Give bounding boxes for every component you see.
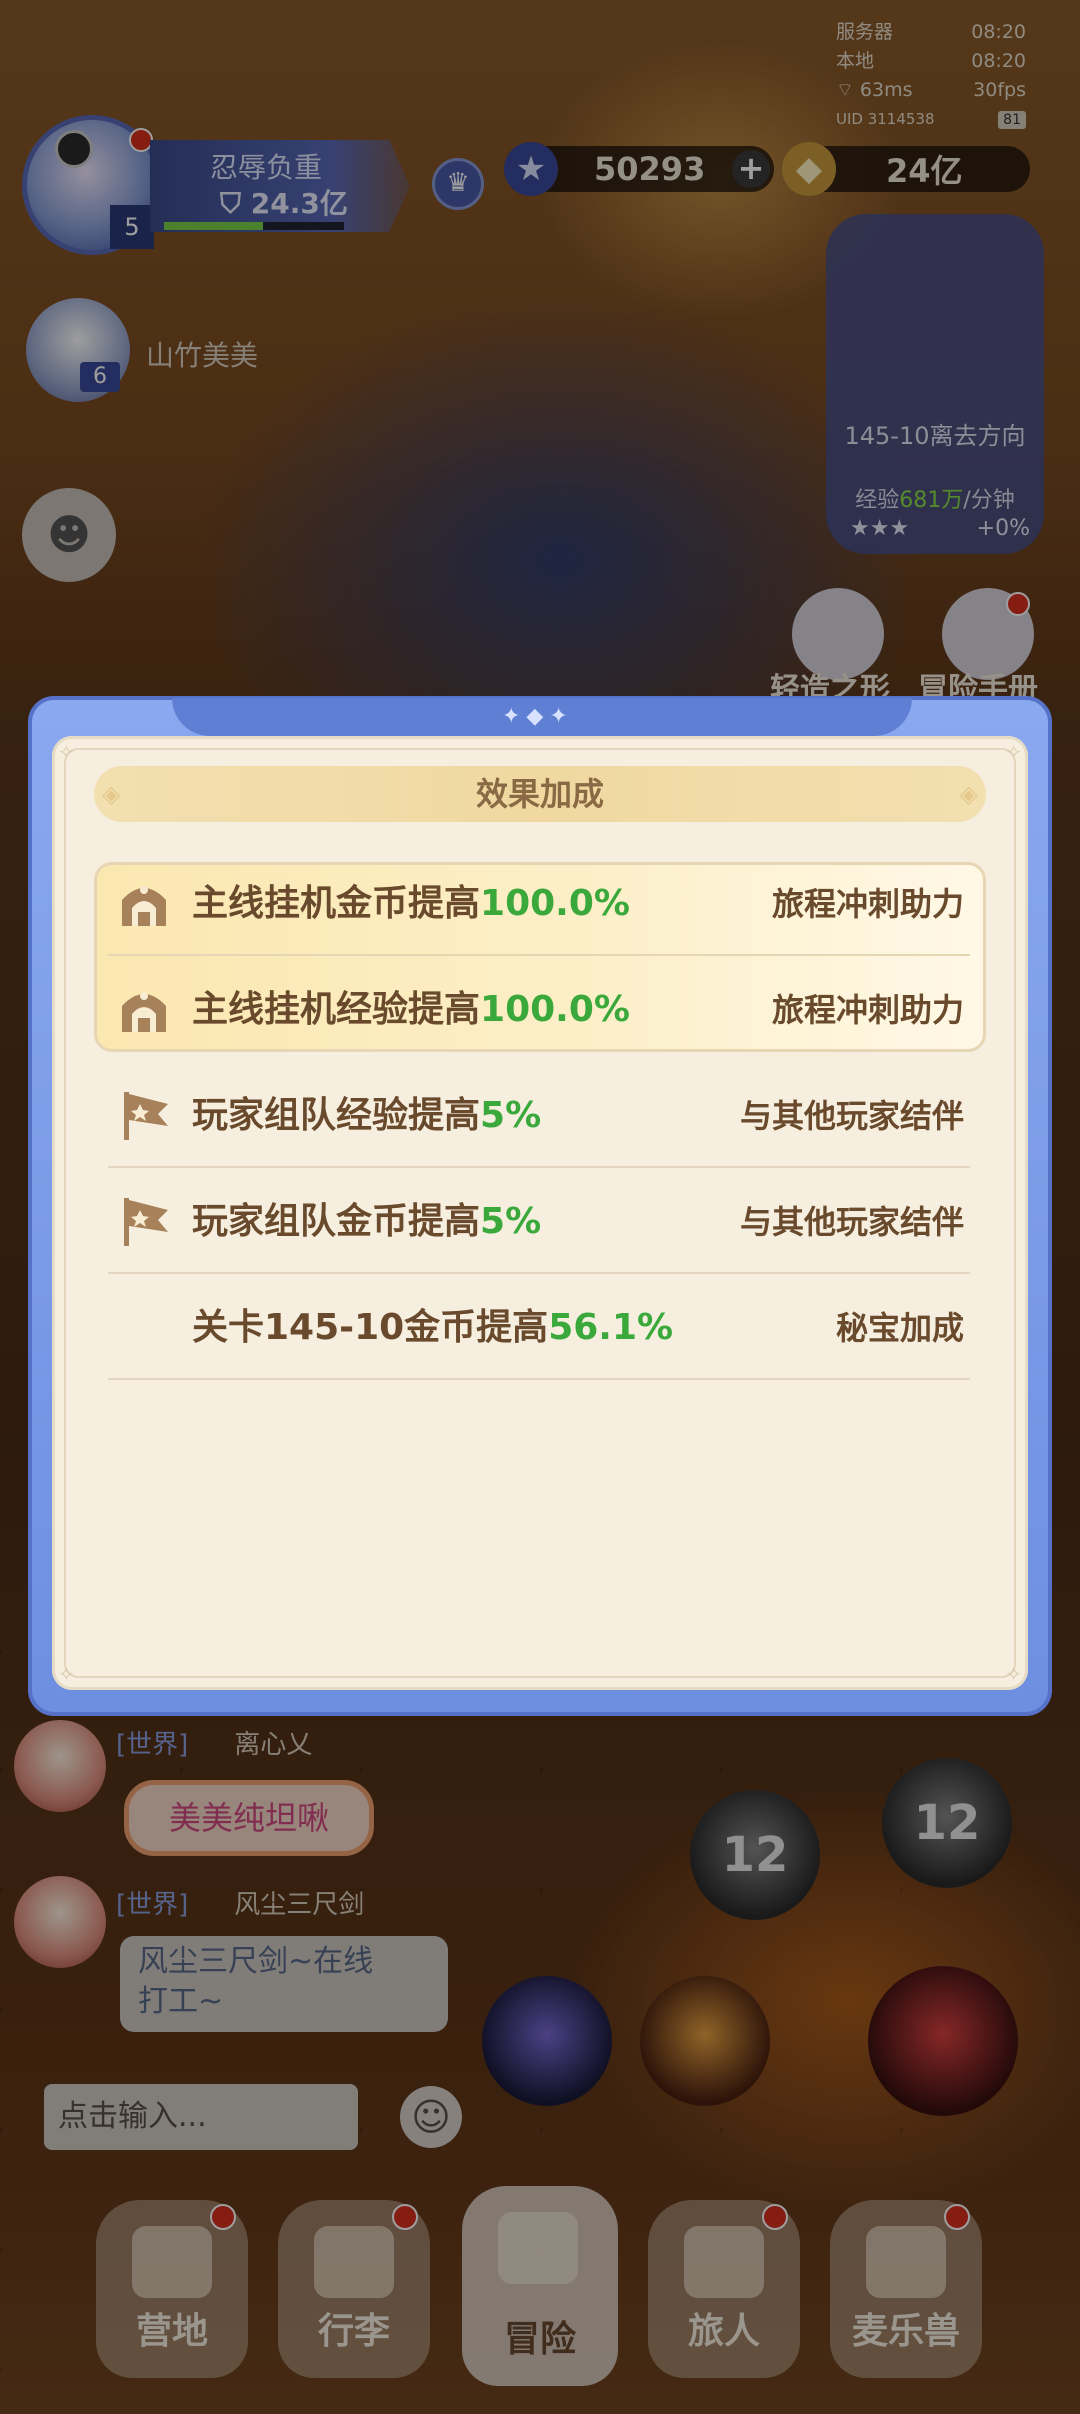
flag-icon xyxy=(124,1092,168,1140)
bonus-percent: 5% xyxy=(480,1095,542,1136)
bonus-row: 玩家组队经验提高5% 与其他玩家结伴 xyxy=(108,1064,970,1168)
bonus-percent: 100.0% xyxy=(480,883,630,924)
bonus-row: 主线挂机经验提高100.0% 旅程冲刺助力 xyxy=(108,958,970,1062)
bonus-text: 主线挂机金币提高100.0% xyxy=(192,883,630,924)
bonus-percent: 100.0% xyxy=(480,989,630,1030)
bonus-text: 玩家组队经验提高5% xyxy=(192,1095,542,1136)
gate-icon xyxy=(122,992,166,1032)
gate-icon xyxy=(122,886,166,926)
flag-icon xyxy=(124,1198,168,1246)
bonus-row: 关卡145-10金币提高56.1% 秘宝加成 xyxy=(108,1276,970,1380)
bonus-percent: 56.1% xyxy=(548,1307,674,1348)
bonus-source: 旅程冲刺助力 xyxy=(771,991,964,1029)
bonus-source: 旅程冲刺助力 xyxy=(771,885,964,923)
bonus-source: 秘宝加成 xyxy=(835,1309,964,1347)
diamond-icon: ◈ xyxy=(959,780,978,808)
bonus-source: 与其他玩家结伴 xyxy=(739,1203,964,1241)
bonus-row: 主线挂机金币提高100.0% 旅程冲刺助力 xyxy=(108,852,970,956)
ornament-icon: ✦◆✦ xyxy=(502,704,574,729)
bonus-row: 玩家组队金币提高5% 与其他玩家结伴 xyxy=(108,1170,970,1274)
modal-title-bar: ◈ 效果加成 ◈ xyxy=(94,766,986,822)
modal-title: 效果加成 xyxy=(475,775,604,813)
bonus-source: 与其他玩家结伴 xyxy=(739,1097,964,1135)
bonus-percent: 5% xyxy=(480,1201,542,1242)
bonus-text: 关卡145-10金币提高56.1% xyxy=(192,1307,674,1348)
bonus-text: 主线挂机经验提高100.0% xyxy=(192,989,630,1030)
bonus-text: 玩家组队金币提高5% xyxy=(192,1201,542,1242)
